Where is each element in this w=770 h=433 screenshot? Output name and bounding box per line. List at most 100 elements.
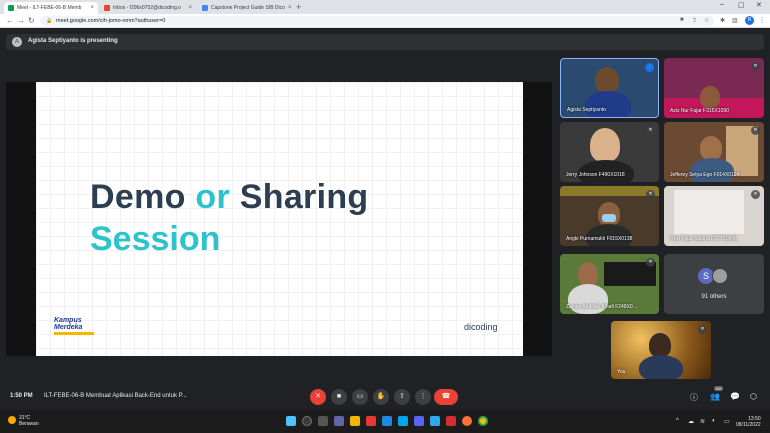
reload-icon[interactable]: ↻ [28, 16, 35, 25]
chrome-icon[interactable] [478, 416, 488, 426]
clock-date: 08/11/2022 [736, 422, 761, 428]
tab-capstone[interactable]: Capstone Project Guide SIB Dico × [198, 2, 294, 14]
participant-name: Agista Septiyanto [567, 107, 606, 113]
mic-toggle-button[interactable]: ✕ [310, 389, 326, 405]
others-avatar-photo [712, 268, 728, 284]
forward-arrow-icon[interactable]: → [17, 16, 25, 25]
participant-tile[interactable]: ✕ Jefferey Setya Ego F014X0124 [664, 122, 764, 182]
tab-meet[interactable]: Meet - ILT-FEBE-06-B Memb × [4, 2, 98, 14]
cloud-icon[interactable]: ☁ [688, 418, 694, 425]
minimize-icon[interactable]: – [720, 1, 724, 8]
dicoding-logo: dicoding [464, 322, 498, 332]
meet-control-bar: 1:50 PM ILT-FEBE-06-B Membuat Aplikasi B… [0, 386, 770, 408]
people-icon[interactable]: 👥 [710, 392, 720, 401]
search-icon[interactable] [302, 416, 312, 426]
url-text: meet.google.com/cih-jomo-omm?authuser=0 [56, 18, 166, 24]
app-icon[interactable] [446, 416, 456, 426]
camera-toggle-button[interactable]: ■ [331, 389, 347, 405]
participant-name: You [617, 369, 626, 375]
presenter-avatar: A [12, 37, 22, 47]
browser-tabstrip: Meet - ILT-FEBE-06-B Memb × Inbox - f296… [0, 0, 770, 14]
tab-close-icon[interactable]: × [185, 5, 192, 11]
new-tab-icon[interactable]: + [296, 2, 301, 12]
profile-avatar[interactable]: R [745, 16, 754, 25]
participant-name: Aziz Nur Fajar F315X1090 [670, 108, 729, 114]
participant-tile[interactable]: ✕ Angki Purnamukti F015X0138 [560, 186, 659, 246]
weather-widget[interactable]: 31°C Berawan [8, 415, 39, 427]
others-count-label: 91 others [701, 294, 727, 300]
mic-off-icon: ✕ [751, 62, 760, 71]
file-explorer-icon[interactable] [350, 416, 360, 426]
others-tile[interactable]: S 91 others [664, 254, 764, 314]
mic-off-icon: ✕ [751, 190, 760, 199]
slide-title-sharing: Sharing [239, 178, 369, 216]
participant-tile[interactable]: ✕ Rezi Fajar Sukma F277X0648 [664, 186, 764, 246]
participant-tile[interactable]: ✕ Zainan Abdillah Alhafi F248X0… [560, 254, 659, 314]
tab-label: Meet - ILT-FEBE-06-B Memb [17, 5, 82, 11]
battery-icon[interactable]: ▭ [724, 418, 730, 425]
captions-button[interactable]: ▭ [352, 389, 368, 405]
mic-off-icon: ✕ [698, 325, 707, 334]
logo-line1: Kampus [54, 317, 82, 324]
back-arrow-icon[interactable]: ← [6, 16, 14, 25]
tab-label: Capstone Project Guide SIB Dico [211, 5, 285, 11]
firefox-icon[interactable] [462, 416, 472, 426]
start-icon[interactable] [286, 416, 296, 426]
gmail-favicon-icon [104, 5, 110, 11]
task-view-icon[interactable] [318, 416, 328, 426]
tray-chevron-icon[interactable]: ^ [676, 418, 679, 424]
app-icon[interactable] [366, 416, 376, 426]
tab-close-icon[interactable]: × [87, 5, 94, 11]
participant-tile[interactable]: ✕ Aziz Nur Fajar F315X1090 [664, 58, 764, 118]
share-icon[interactable]: ⇪ [692, 17, 697, 24]
slide-title-demo: Demo [90, 178, 186, 216]
address-bar[interactable]: 🔒 meet.google.com/cih-jomo-omm?authuser=… [40, 16, 714, 26]
tab-label: Inbox - f296x0752@dicoding.o [113, 5, 181, 11]
participant-tile[interactable]: ✕ Jerry Johnson F490X1018 [560, 122, 659, 182]
edge-icon[interactable] [398, 416, 408, 426]
camera-icon[interactable]: ■ [680, 17, 684, 23]
meeting-title: ILT-FEBE-06-B Membuat Aplikasi Back-End … [44, 393, 187, 399]
telegram-icon[interactable] [430, 416, 440, 426]
participant-name: Jerry Johnson F490X1018 [566, 172, 625, 178]
participant-tile[interactable]: ⋮ Agista Septiyanto [560, 58, 659, 118]
meeting-time: 1:50 PM [10, 393, 33, 399]
info-icon[interactable]: ⓘ [690, 392, 698, 403]
mic-off-icon: ✕ [646, 190, 655, 199]
slide-title-or: or [195, 178, 231, 216]
participant-name: Rezi Fajar Sukma F277X0648 [670, 236, 737, 242]
extensions-icon[interactable]: ✱ [720, 17, 725, 24]
maximize-icon[interactable]: ▢ [738, 1, 745, 9]
tab-close-icon[interactable]: × [285, 5, 292, 11]
discord-icon[interactable] [414, 416, 424, 426]
participant-name: Jefferey Setya Ego F014X0124 [670, 172, 740, 178]
menu-kebab-icon[interactable]: ⋮ [759, 17, 765, 24]
close-window-icon[interactable]: ✕ [756, 1, 762, 9]
sidebar-icon[interactable]: ▥ [732, 17, 738, 24]
raise-hand-button[interactable]: ✋ [373, 389, 389, 405]
weather-cloud-icon [8, 416, 16, 424]
docs-favicon-icon [202, 5, 208, 11]
activities-icon[interactable]: ⬡ [750, 392, 757, 401]
more-options-button[interactable]: ⋮ [415, 389, 431, 405]
lock-icon: 🔒 [46, 18, 53, 24]
slide-title-line1: Demo or Sharing [90, 178, 368, 217]
present-button[interactable]: ⇧ [394, 389, 410, 405]
slide-title-line2: Session [90, 220, 221, 258]
store-icon[interactable] [382, 416, 392, 426]
chat-app-icon[interactable] [334, 416, 344, 426]
volume-icon[interactable]: ◐ [712, 418, 716, 424]
tab-inbox[interactable]: Inbox - f296x0752@dicoding.o × [100, 2, 196, 14]
participant-count-badge: 100 [714, 386, 723, 391]
participant-name: Zainan Abdillah Alhafi F248X0… [566, 304, 638, 310]
self-view-tile[interactable]: ✕ You [611, 321, 711, 379]
participant-name: Angki Purnamukti F015X0138 [566, 236, 633, 242]
system-clock[interactable]: 13:50 08/11/2022 [736, 416, 761, 428]
wifi-icon[interactable]: ≋ [700, 418, 705, 425]
leave-call-button[interactable]: ☎ [434, 389, 458, 405]
presenting-text: Agista Septiyanto is presenting [28, 38, 118, 44]
meet-favicon-icon [8, 5, 14, 11]
chat-icon[interactable]: 💬 [730, 392, 740, 401]
presenting-banner: A Agista Septiyanto is presenting [6, 34, 764, 50]
star-icon[interactable]: ☆ [704, 17, 709, 24]
